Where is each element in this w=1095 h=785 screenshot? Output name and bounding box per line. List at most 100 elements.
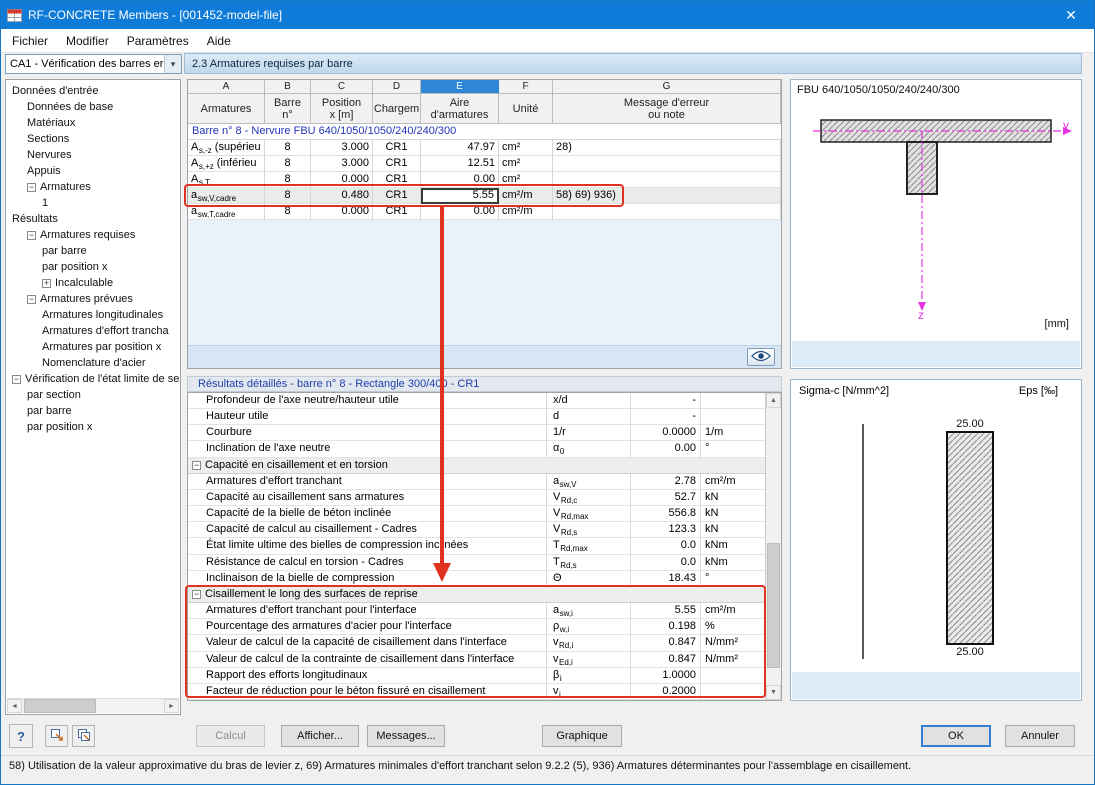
tree-horizontal-scrollbar[interactable]: ◄ ► (7, 698, 179, 713)
column-header-5[interactable]: Unité (499, 94, 553, 124)
tree-item-matériaux[interactable]: Matériaux (6, 115, 180, 131)
scrollbar-thumb[interactable] (24, 699, 96, 713)
cell-armatures[interactable]: As,-z (supérieu (188, 140, 265, 156)
cell-unite[interactable]: cm²/m (499, 204, 553, 220)
tree-item-armatures[interactable]: −Armatures (6, 179, 180, 195)
case-combobox[interactable]: CA1 - Vérification des barres er ▾ (5, 54, 182, 74)
cell-position[interactable]: 0.000 (311, 172, 373, 188)
cell-barre[interactable]: 8 (265, 188, 311, 204)
tree-item-sections[interactable]: Sections (6, 131, 180, 147)
tree-item-vérification-de-l-état-limite-de-se[interactable]: −Vérification de l'état limite de se (6, 371, 180, 387)
tree-item-données-de-base[interactable]: Données de base (6, 99, 180, 115)
cell-position[interactable]: 0.480 (311, 188, 373, 204)
cell-barre[interactable]: 8 (265, 156, 311, 172)
cell-unite[interactable]: cm² (499, 140, 553, 156)
column-letter-e[interactable]: E (421, 80, 499, 94)
tree-item-par-barre[interactable]: par barre (6, 243, 180, 259)
table-row[interactable]: As,+z (inférieu83.000CR112.51cm² (188, 156, 781, 172)
column-header-2[interactable]: Position x [m] (311, 94, 373, 124)
cell-chargement[interactable]: CR1 (373, 188, 421, 204)
menu-item-fichier[interactable]: Fichier (3, 30, 57, 52)
menu-item-modifier[interactable]: Modifier (57, 30, 118, 52)
cell-unite[interactable]: cm² (499, 156, 553, 172)
cell-note[interactable] (553, 204, 781, 220)
cell-chargement[interactable]: CR1 (373, 140, 421, 156)
cell-unite[interactable]: cm² (499, 172, 553, 188)
cell-armatures[interactable]: asw,T,cadre (188, 204, 265, 220)
table-row[interactable]: As,-z (supérieu83.000CR147.97cm²28) (188, 140, 781, 156)
tree-item-armatures-prévues[interactable]: −Armatures prévues (6, 291, 180, 307)
collapse-icon[interactable]: − (192, 461, 201, 470)
afficher-button[interactable]: Afficher... (281, 725, 359, 747)
column-letter-f[interactable]: F (499, 80, 553, 94)
cell-unite[interactable]: cm²/m (499, 188, 553, 204)
export-table-button[interactable] (45, 725, 68, 747)
table-row[interactable]: asw,T,cadre80.000CR10.00cm²/m (188, 204, 781, 220)
expand-icon[interactable]: + (42, 279, 51, 288)
detail-row[interactable]: Armatures d'effort tranchant pour l'inte… (188, 603, 767, 619)
menu-item-paramètres[interactable]: Paramètres (118, 30, 198, 52)
detail-row[interactable]: Valeur de calcul de la contrainte de cis… (188, 652, 767, 668)
scroll-left-icon[interactable]: ◄ (7, 699, 22, 713)
tree-item-nomenclature-d-acier[interactable]: Nomenclature d'acier (6, 355, 180, 371)
tree-item-données-d-entrée[interactable]: Données d'entrée (6, 83, 180, 99)
column-letter-g[interactable]: G (553, 80, 781, 94)
detail-vertical-scrollbar[interactable]: ▲ ▼ (765, 393, 781, 700)
collapse-icon[interactable]: − (27, 231, 36, 240)
detail-row[interactable]: Résistance de calcul en torsion - Cadres… (188, 555, 767, 571)
cell-position[interactable]: 0.000 (311, 204, 373, 220)
tree-item-armatures-requises[interactable]: −Armatures requises (6, 227, 180, 243)
cell-armatures[interactable]: As,+z (inférieu (188, 156, 265, 172)
ok-button[interactable]: OK (921, 725, 991, 747)
cell-armatures[interactable]: As,T (188, 172, 265, 188)
detail-row[interactable]: Inclinaison de la bielle de compressionΘ… (188, 571, 767, 587)
detail-group-row[interactable]: −Cisaillement le long des surfaces de re… (188, 587, 767, 603)
collapse-icon[interactable]: − (192, 590, 201, 599)
tree-item-appuis[interactable]: Appuis (6, 163, 180, 179)
column-letter-b[interactable]: B (265, 80, 311, 94)
cell-barre[interactable]: 8 (265, 172, 311, 188)
cell-aire[interactable]: 47.97 (421, 140, 499, 156)
tree-item-par-barre[interactable]: par barre (6, 403, 180, 419)
scroll-down-icon[interactable]: ▼ (766, 685, 781, 700)
detail-row[interactable]: Facteur de réduction pour le béton fissu… (188, 684, 767, 700)
messages-button[interactable]: Messages... (367, 725, 445, 747)
tree-item-1[interactable]: 1 (6, 195, 180, 211)
tree-item-armatures-d-effort-trancha[interactable]: Armatures d'effort trancha (6, 323, 180, 339)
detail-row[interactable]: Hauteur utiled- (188, 409, 767, 425)
export-all-button[interactable] (72, 725, 95, 747)
cell-chargement[interactable]: CR1 (373, 204, 421, 220)
tree-item-nervures[interactable]: Nervures (6, 147, 180, 163)
table-row[interactable]: asw,V,cadre80.480CR15.55cm²/m58) 69) 936… (188, 188, 781, 204)
cell-chargement[interactable]: CR1 (373, 172, 421, 188)
help-button[interactable]: ? (9, 724, 33, 748)
chevron-down-icon[interactable]: ▾ (164, 55, 181, 73)
cell-note[interactable]: 28) (553, 140, 781, 156)
cell-chargement[interactable]: CR1 (373, 156, 421, 172)
collapse-icon[interactable]: − (27, 295, 36, 304)
view-results-button[interactable] (747, 348, 775, 366)
scroll-right-icon[interactable]: ► (164, 699, 179, 713)
cell-position[interactable]: 3.000 (311, 156, 373, 172)
cell-aire[interactable]: 5.55 (421, 188, 499, 204)
column-header-6[interactable]: Message d'erreur ou note (553, 94, 781, 124)
column-header-0[interactable]: Armatures (188, 94, 265, 124)
menu-item-aide[interactable]: Aide (198, 30, 240, 52)
column-header-3[interactable]: Chargem (373, 94, 421, 124)
annuler-button[interactable]: Annuler (1005, 725, 1075, 747)
detail-row[interactable]: Rapport des efforts longitudinauxβi1.000… (188, 668, 767, 684)
cell-barre[interactable]: 8 (265, 140, 311, 156)
collapse-icon[interactable]: − (12, 375, 21, 384)
scroll-up-icon[interactable]: ▲ (766, 393, 781, 408)
detail-row[interactable]: Courbure1/r0.00001/m (188, 425, 767, 441)
cell-note[interactable]: 58) 69) 936) (553, 188, 781, 204)
cell-aire[interactable]: 0.00 (421, 172, 499, 188)
graphique-button[interactable]: Graphique (542, 725, 622, 747)
detail-row[interactable]: Capacité de la bielle de béton inclinéeV… (188, 506, 767, 522)
detail-row[interactable]: Armatures d'effort tranchantasw,V2.78cm²… (188, 474, 767, 490)
cell-armatures[interactable]: asw,V,cadre (188, 188, 265, 204)
column-letter-a[interactable]: A (188, 80, 265, 94)
column-letter-c[interactable]: C (311, 80, 373, 94)
detail-row[interactable]: Capacité de calcul au cisaillement - Cad… (188, 522, 767, 538)
tree-item-par-position-x[interactable]: par position x (6, 419, 180, 435)
